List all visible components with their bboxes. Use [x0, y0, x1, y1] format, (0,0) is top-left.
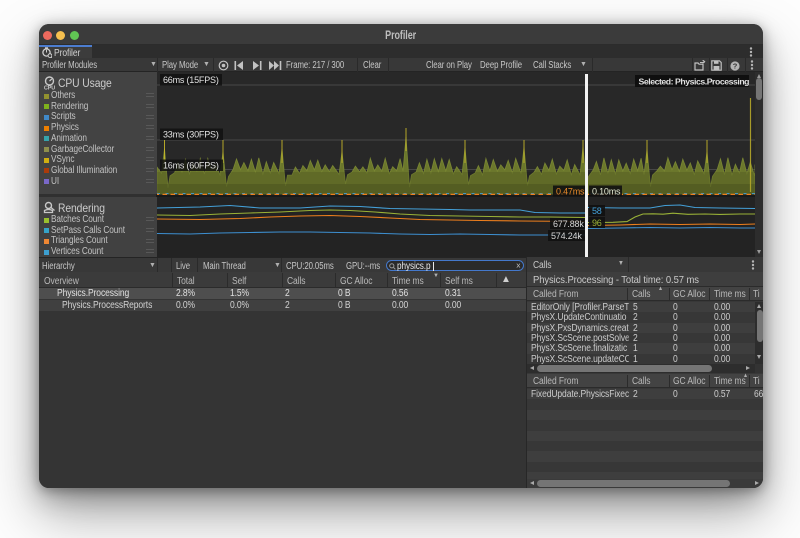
svg-text:?: ? — [733, 61, 738, 70]
svg-text:0.10ms: 0.10ms — [592, 187, 621, 197]
svg-text:58: 58 — [592, 206, 602, 216]
svg-text:16ms (60FPS): 16ms (60FPS) — [163, 161, 219, 171]
svg-text:677.88k: 677.88k — [553, 219, 584, 229]
svg-text:96: 96 — [592, 218, 602, 228]
svg-text:33ms (30FPS): 33ms (30FPS) — [163, 130, 219, 140]
svg-text:66ms (15FPS): 66ms (15FPS) — [163, 75, 219, 85]
svg-text:Selected: Physics.Processing: Selected: Physics.Processing — [639, 77, 750, 87]
svg-text:0.47ms: 0.47ms — [556, 187, 585, 197]
svg-text:574.24k: 574.24k — [551, 231, 582, 241]
